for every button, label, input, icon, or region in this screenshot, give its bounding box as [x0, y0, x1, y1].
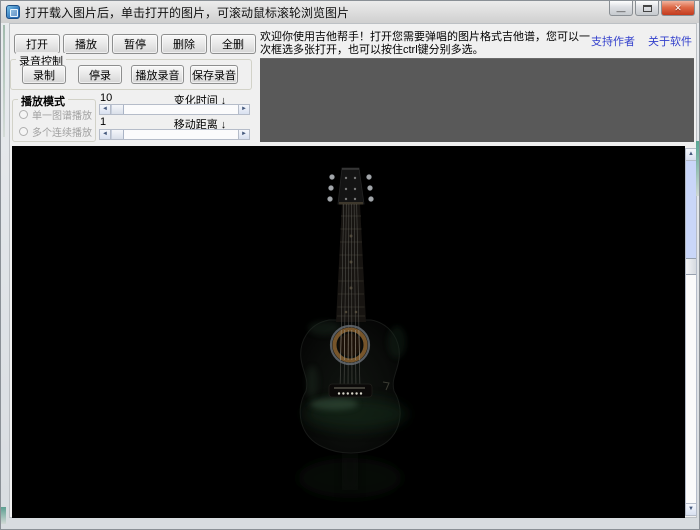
image-viewer[interactable] — [12, 146, 685, 518]
radio-continuous-play-label: 多个连续播放 — [32, 128, 92, 139]
viewer-scroll-pagedown-track[interactable] — [686, 275, 696, 503]
viewer-scroll-thumb[interactable] — [686, 258, 696, 275]
scroll-left-icon[interactable]: ◄ — [100, 105, 111, 114]
scroll-right-icon[interactable]: ► — [238, 105, 249, 114]
close-button[interactable]: ✕ — [661, 1, 695, 16]
window-controls: — ✕ — [609, 1, 695, 16]
viewer-scroll-pageup-track[interactable] — [686, 161, 696, 258]
bottom-left-accent — [1, 507, 6, 524]
about-software-link[interactable]: 关于软件 — [648, 33, 692, 49]
stop-record-button[interactable]: 停录 — [78, 65, 122, 84]
radio-icon — [19, 127, 28, 136]
maximize-icon — [642, 4, 652, 12]
scroll-down-icon[interactable]: ▼ — [686, 503, 696, 515]
record-button[interactable]: 录制 — [22, 65, 66, 84]
minimize-button[interactable]: — — [609, 1, 633, 16]
delete-all-button[interactable]: 全删 — [210, 34, 256, 54]
maximize-button[interactable] — [635, 1, 659, 16]
support-author-link[interactable]: 支持作者 — [591, 33, 635, 49]
title-bar[interactable]: 打开载入图片后，单击打开的图片，可滚动鼠标滚轮浏览图片 — ✕ — [1, 1, 699, 23]
radio-icon — [19, 110, 28, 119]
change-time-value: 10 — [100, 92, 113, 104]
play-mode-group: 播放模式 单一图谱播放 多个连续播放 — [12, 93, 96, 142]
scroll-up-icon[interactable]: ▲ — [686, 149, 696, 161]
radio-single-play-label: 单一图谱播放 — [32, 111, 92, 122]
app-window: 打开载入图片后，单击打开的图片，可滚动鼠标滚轮浏览图片 — ✕ 打开 播放 暂停… — [0, 0, 700, 530]
save-recording-button[interactable]: 保存录音 — [190, 65, 238, 84]
scroll-right-icon[interactable]: ► — [238, 130, 249, 139]
viewer-vertical-scrollbar[interactable]: ▲ ▼ — [685, 148, 697, 516]
minimize-icon: — — [616, 5, 626, 16]
move-distance-value: 1 — [100, 116, 107, 128]
change-time-scroll-thumb[interactable] — [111, 105, 124, 114]
header-links: 支持作者 关于软件 — [591, 33, 692, 49]
change-time-scroll-track[interactable] — [124, 105, 238, 114]
welcome-text: 欢迎你使用吉他帮手！打开您需要弹唱的图片格式吉他谱，您可以一次框选多张打开，也可… — [260, 31, 590, 56]
preview-panel — [260, 58, 694, 142]
scroll-left-icon[interactable]: ◄ — [100, 130, 111, 139]
client-area: 打开 播放 暂停 删除 全删 录音控制 录制 停录 播放录音 保存录音 播放模式… — [9, 23, 697, 518]
close-icon: ✕ — [674, 2, 682, 13]
change-time-scrollbar[interactable]: ◄ ► — [99, 104, 250, 115]
radio-continuous-play[interactable]: 多个连续播放 — [19, 124, 92, 139]
open-button[interactable]: 打开 — [14, 34, 60, 54]
move-distance-scrollbar[interactable]: ◄ ► — [99, 129, 250, 140]
guitar-image[interactable] — [12, 146, 685, 518]
left-edge-accent — [3, 25, 5, 137]
play-recording-button[interactable]: 播放录音 — [131, 65, 184, 84]
app-icon — [6, 5, 20, 19]
move-distance-scroll-track[interactable] — [124, 130, 238, 139]
window-title: 打开载入图片后，单击打开的图片，可滚动鼠标滚轮浏览图片 — [25, 5, 350, 20]
move-distance-scroll-thumb[interactable] — [111, 130, 124, 139]
play-button[interactable]: 播放 — [63, 34, 109, 54]
delete-button[interactable]: 删除 — [161, 34, 207, 54]
pause-button[interactable]: 暂停 — [112, 34, 158, 54]
radio-single-play[interactable]: 单一图谱播放 — [19, 107, 92, 122]
